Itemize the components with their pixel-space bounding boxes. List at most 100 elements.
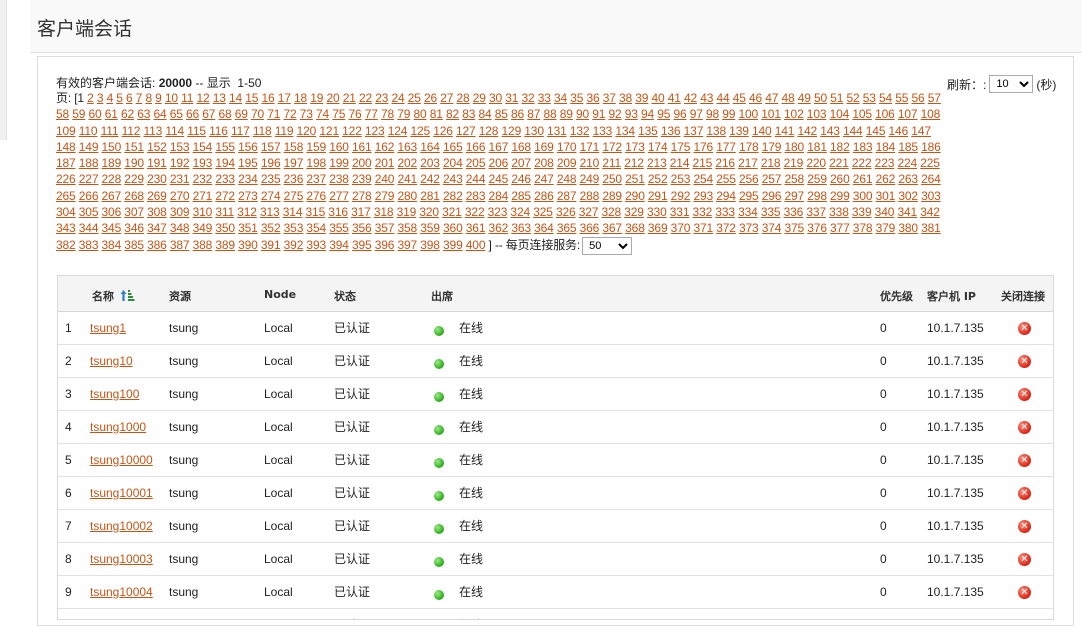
page-link[interactable]: 52	[846, 91, 859, 105]
page-link[interactable]: 11	[181, 91, 193, 105]
page-link[interactable]: 172	[602, 140, 622, 154]
page-link[interactable]: 336	[784, 205, 804, 219]
page-link[interactable]: 377	[830, 221, 850, 235]
page-link[interactable]: 18	[294, 91, 307, 105]
page-link[interactable]: 13	[213, 91, 226, 105]
page-link[interactable]: 347	[147, 221, 167, 235]
page-link[interactable]: 362	[489, 221, 509, 235]
page-link[interactable]: 390	[238, 238, 258, 252]
page-link[interactable]: 252	[648, 172, 668, 186]
page-link[interactable]: 94	[641, 107, 654, 121]
page-link[interactable]: 209	[557, 156, 577, 170]
page-link[interactable]: 358	[397, 221, 417, 235]
page-link[interactable]: 143	[820, 124, 840, 138]
page-link[interactable]: 291	[648, 189, 668, 203]
page-link[interactable]: 268	[124, 189, 144, 203]
page-link[interactable]: 8	[145, 91, 152, 105]
page-link[interactable]: 368	[625, 221, 645, 235]
page-link[interactable]: 57	[928, 91, 941, 105]
session-name-link[interactable]: tsung1000	[90, 420, 146, 434]
close-connection-icon[interactable]: ✕	[1018, 518, 1031, 533]
page-link[interactable]: 224	[897, 156, 917, 170]
page-link[interactable]: 150	[102, 140, 122, 154]
page-link[interactable]: 204	[443, 156, 463, 170]
page-link[interactable]: 350	[215, 221, 235, 235]
page-link[interactable]: 161	[352, 140, 372, 154]
page-link[interactable]: 245	[489, 172, 509, 186]
page-link[interactable]: 189	[102, 156, 122, 170]
page-link[interactable]: 249	[580, 172, 600, 186]
page-link[interactable]: 379	[876, 221, 896, 235]
page-link[interactable]: 315	[306, 205, 326, 219]
page-link[interactable]: 253	[671, 172, 691, 186]
page-link[interactable]: 325	[533, 205, 553, 219]
page-link[interactable]: 70	[251, 107, 264, 121]
page-link[interactable]: 145	[866, 124, 886, 138]
page-link[interactable]: 178	[739, 140, 759, 154]
page-link[interactable]: 77	[365, 107, 378, 121]
page-link[interactable]: 216	[715, 156, 735, 170]
page-link[interactable]: 302	[898, 189, 918, 203]
page-link[interactable]: 198	[306, 156, 326, 170]
page-link[interactable]: 388	[193, 238, 213, 252]
page-link[interactable]: 106	[875, 107, 895, 121]
page-link[interactable]: 15	[245, 91, 258, 105]
page-link[interactable]: 171	[580, 140, 600, 154]
page-link[interactable]: 40	[651, 91, 664, 105]
sort-icon[interactable]	[120, 289, 135, 305]
page-link[interactable]: 51	[830, 91, 843, 105]
page-link[interactable]: 231	[170, 172, 190, 186]
page-link[interactable]: 12	[196, 91, 209, 105]
page-link[interactable]: 324	[510, 205, 530, 219]
page-link[interactable]: 366	[580, 221, 600, 235]
page-link[interactable]: 199	[329, 156, 349, 170]
page-link[interactable]: 391	[261, 238, 281, 252]
page-link[interactable]: 69	[235, 107, 248, 121]
page-link[interactable]: 264	[921, 172, 941, 186]
page-link[interactable]: 241	[397, 172, 417, 186]
page-link[interactable]: 227	[79, 172, 99, 186]
page-link[interactable]: 357	[375, 221, 395, 235]
page-link[interactable]: 135	[638, 124, 658, 138]
page-link[interactable]: 282	[443, 189, 463, 203]
page-link[interactable]: 319	[397, 205, 417, 219]
page-link[interactable]: 396	[375, 238, 395, 252]
page-link[interactable]: 134	[615, 124, 635, 138]
page-link[interactable]: 286	[534, 189, 554, 203]
close-connection-icon[interactable]: ✕	[1018, 386, 1031, 401]
session-name-link[interactable]: tsung10003	[90, 552, 153, 566]
page-link[interactable]: 317	[351, 205, 371, 219]
page-link[interactable]: 331	[670, 205, 690, 219]
page-link[interactable]: 16	[261, 91, 274, 105]
page-link[interactable]: 356	[352, 221, 372, 235]
page-link[interactable]: 24	[391, 91, 404, 105]
page-link[interactable]: 361	[466, 221, 486, 235]
session-name-link[interactable]: tsung10	[90, 354, 133, 368]
page-link[interactable]: 316	[328, 205, 348, 219]
page-link[interactable]: 251	[625, 172, 645, 186]
page-link[interactable]: 140	[752, 124, 772, 138]
page-link[interactable]: 41	[668, 91, 681, 105]
page-link[interactable]: 229	[124, 172, 144, 186]
page-link[interactable]: 378	[853, 221, 873, 235]
page-link[interactable]: 92	[609, 107, 622, 121]
page-link[interactable]: 201	[375, 156, 395, 170]
session-name-link[interactable]: tsung1	[90, 321, 126, 335]
page-link[interactable]: 237	[306, 172, 326, 186]
page-link[interactable]: 371	[693, 221, 713, 235]
page-link[interactable]: 117	[231, 124, 250, 138]
page-link[interactable]: 259	[807, 172, 827, 186]
page-link[interactable]: 236	[284, 172, 304, 186]
page-link[interactable]: 339	[852, 205, 872, 219]
page-link[interactable]: 348	[170, 221, 190, 235]
page-link[interactable]: 202	[397, 156, 417, 170]
page-link[interactable]: 127	[456, 124, 476, 138]
page-link[interactable]: 81	[430, 107, 443, 121]
page-link[interactable]: 29	[473, 91, 486, 105]
page-link[interactable]: 355	[329, 221, 349, 235]
page-link[interactable]: 158	[284, 140, 304, 154]
page-link[interactable]: 372	[716, 221, 736, 235]
page-link[interactable]: 153	[170, 140, 190, 154]
page-link[interactable]: 33	[538, 91, 551, 105]
page-link[interactable]: 392	[284, 238, 304, 252]
